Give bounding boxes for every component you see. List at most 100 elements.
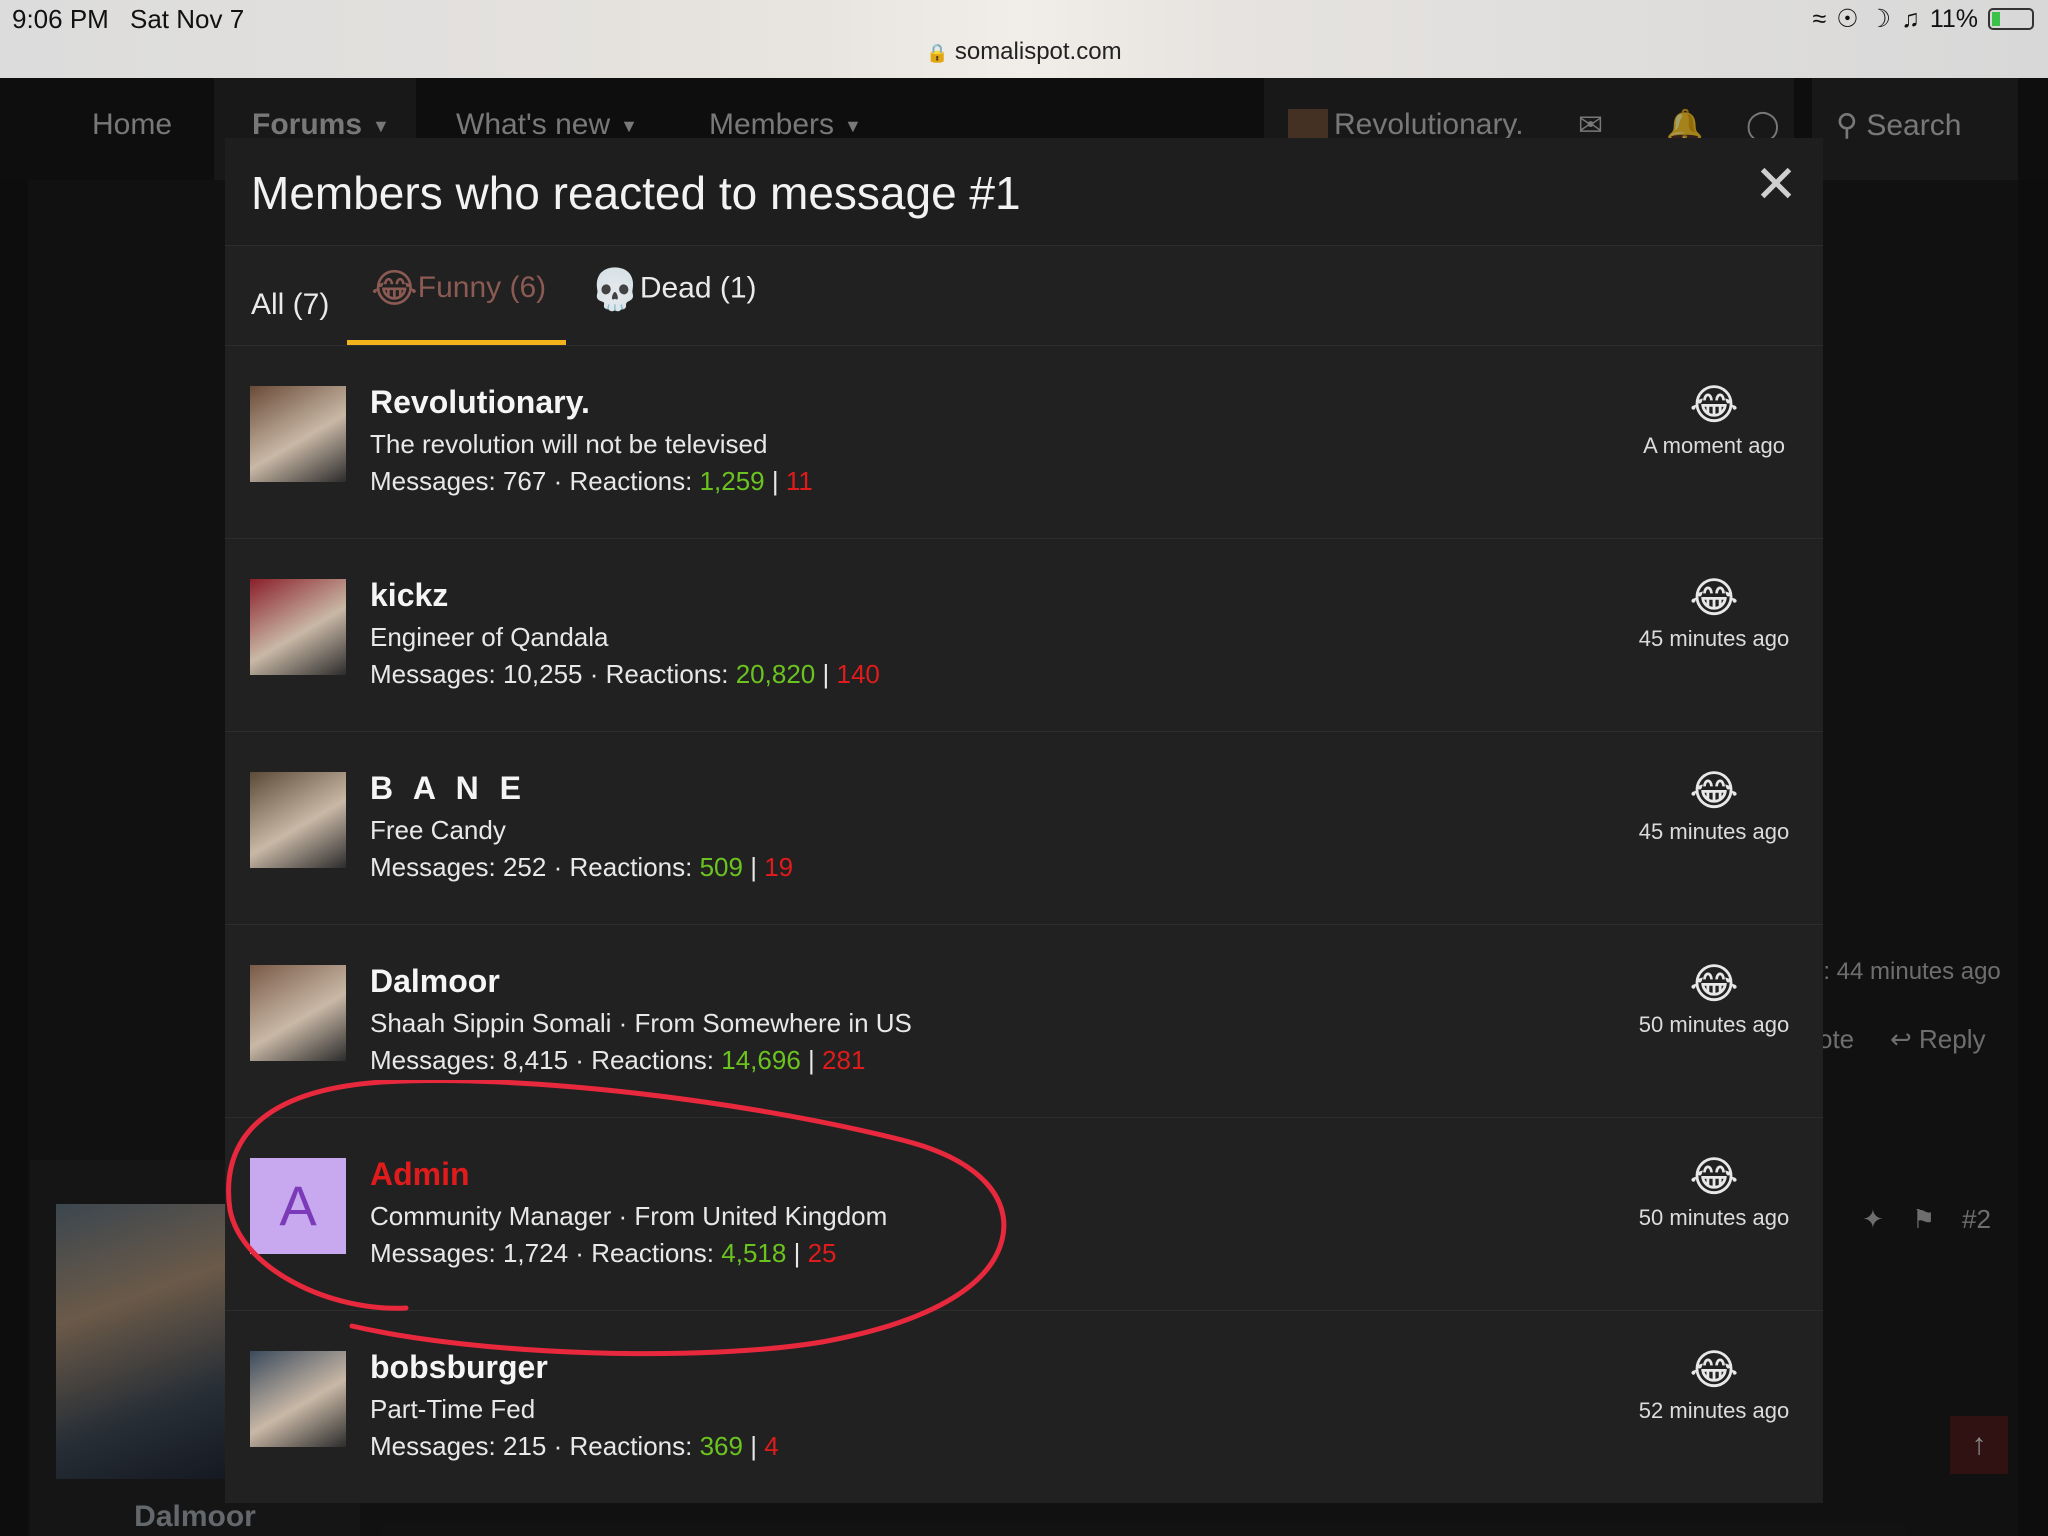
messages-count: 1,724 — [502, 1238, 569, 1268]
reactions-label: Reactions: — [605, 659, 729, 689]
active-tab-indicator — [347, 340, 566, 345]
tab-dead-label: Dead (1) — [639, 271, 757, 305]
tab-funny[interactable]: 😂Funny (6) — [371, 266, 546, 312]
tab-all[interactable]: All (7) — [251, 288, 329, 322]
messages-count: 215 — [502, 1431, 547, 1461]
reactions-positive: 1,259 — [699, 466, 765, 496]
member-name-link[interactable]: kickz — [370, 577, 448, 614]
member-name-link[interactable]: Admin — [370, 1156, 470, 1193]
separator-bar: | — [808, 1045, 815, 1075]
separator-bar: | — [750, 852, 757, 882]
separator-bar: | — [750, 1431, 757, 1461]
battery-percent: 11% — [1929, 4, 1978, 33]
member-avatar[interactable]: A — [250, 1158, 346, 1254]
laughing-emoji-icon: 😂 — [371, 267, 418, 311]
reactions-negative: 25 — [807, 1238, 837, 1268]
reaction-info: 😂 A moment ago — [1629, 380, 1799, 459]
reactions-negative: 4 — [764, 1431, 779, 1461]
separator-dot: · — [553, 852, 563, 882]
member-name-link[interactable]: bobsburger — [370, 1349, 548, 1386]
reactions-label: Reactions: — [591, 1238, 715, 1268]
reactions-positive: 14,696 — [721, 1045, 801, 1075]
messages-label: Messages: — [370, 1238, 496, 1268]
tab-all-label: All (7) — [251, 288, 330, 321]
tab-dead[interactable]: 💀Dead (1) — [590, 266, 757, 313]
laughing-emoji-icon: 😂 — [1689, 574, 1739, 621]
status-time: 9:06 PM — [12, 4, 109, 34]
member-title: Engineer of Qandala — [370, 622, 609, 652]
reaction-info: 😂 45 minutes ago — [1629, 766, 1799, 845]
messages-label: Messages: — [370, 1431, 496, 1461]
moon-icon: ☽ — [1868, 5, 1892, 33]
reaction-time: 52 minutes ago — [1638, 1398, 1790, 1423]
reaction-time: A moment ago — [1643, 433, 1785, 458]
reaction-time: 50 minutes ago — [1638, 1012, 1790, 1037]
separator-dot: · — [553, 466, 563, 496]
member-stats: Messages: 10,255 · Reactions: 20,820 | 1… — [370, 659, 880, 690]
lock-icon: 🔒 — [926, 43, 949, 63]
rotation-lock-icon: ☉ — [1836, 5, 1859, 33]
reactions-positive: 369 — [699, 1431, 743, 1461]
reactions-negative: 19 — [764, 852, 794, 882]
status-icons: ≈ ☉ ☽ ♫ 11% — [1812, 4, 2034, 34]
messages-count: 767 — [502, 466, 547, 496]
reactions-positive: 20,820 — [735, 659, 816, 689]
messages-count: 8,415 — [502, 1045, 569, 1075]
reactions-label: Reactions: — [591, 1045, 715, 1075]
member-name-link[interactable]: B A N E — [370, 770, 527, 807]
reactions-negative: 140 — [836, 659, 880, 689]
reaction-time: 50 minutes ago — [1638, 1205, 1790, 1230]
headphones-icon: ♫ — [1901, 4, 1920, 33]
reactions-label: Reactions: — [569, 1431, 693, 1461]
laughing-emoji-icon: 😂 — [1689, 960, 1739, 1007]
reaction-time: 45 minutes ago — [1638, 819, 1790, 844]
separator-bar: | — [822, 659, 830, 689]
member-title: Shaah Sippin Somali · From Somewhere in … — [370, 1008, 912, 1038]
reactions-modal: Members who reacted to message #1 ✕ All … — [225, 138, 1823, 1503]
messages-label: Messages: — [370, 466, 496, 496]
member-stats: Messages: 215 · Reactions: 369 | 4 — [370, 1431, 779, 1462]
member-avatar[interactable] — [250, 1351, 346, 1447]
address-bar[interactable]: 🔒 somalispot.com — [0, 38, 2048, 66]
laughing-emoji-icon: 😂 — [1689, 381, 1739, 428]
separator-bar: | — [793, 1238, 801, 1268]
battery-icon — [1988, 8, 2034, 30]
messages-label: Messages: — [370, 1045, 496, 1075]
messages-count: 10,255 — [502, 659, 583, 689]
member-row: B A N E Free Candy Messages: 252 · Reactio… — [225, 732, 1823, 925]
member-avatar[interactable] — [250, 579, 346, 675]
member-name-link[interactable]: Revolutionary. — [370, 384, 590, 421]
messages-label: Messages: — [370, 852, 496, 882]
member-title: Free Candy — [370, 815, 506, 845]
ios-status-bar: 9:06 PM Sat Nov 7 ≈ ☉ ☽ ♫ 11% 🔒 somalispo… — [0, 0, 2048, 78]
reaction-time: 45 minutes ago — [1638, 626, 1790, 651]
member-avatar[interactable] — [250, 965, 346, 1061]
laughing-emoji-icon: 😂 — [1689, 1346, 1739, 1393]
modal-header: Members who reacted to message #1 ✕ — [225, 138, 1823, 246]
separator-dot: · — [553, 1431, 563, 1461]
member-row: Revolutionary. The revolution will not be… — [225, 346, 1823, 539]
reaction-info: 😂 50 minutes ago — [1629, 959, 1799, 1038]
member-row: kickz Engineer of Qandala Messages: 10,255… — [225, 539, 1823, 732]
reactions-positive: 509 — [699, 852, 743, 882]
member-row: A Admin Community Manager · From United Ki… — [225, 1118, 1823, 1311]
member-avatar[interactable] — [250, 386, 346, 482]
member-avatar[interactable] — [250, 772, 346, 868]
member-stats: Messages: 1,724 · Reactions: 4,518 | 25 — [370, 1238, 837, 1269]
member-stats: Messages: 8,415 · Reactions: 14,696 | 28… — [370, 1045, 865, 1076]
skull-emoji-icon: 💀 — [590, 268, 640, 312]
laughing-emoji-icon: 😂 — [1689, 1153, 1739, 1200]
member-title: Part-Time Fed — [370, 1394, 536, 1424]
member-list: Revolutionary. The revolution will not be… — [225, 346, 1823, 1504]
modal-title: Members who reacted to message #1 — [251, 167, 1021, 219]
member-stats: Messages: 767 · Reactions: 1,259 | 11 — [370, 466, 813, 497]
close-icon[interactable]: ✕ — [1751, 159, 1801, 211]
separator-dot: · — [575, 1045, 584, 1075]
separator-dot: · — [589, 659, 599, 689]
member-name-link[interactable]: Dalmoor — [370, 963, 500, 1000]
reactions-label: Reactions: — [569, 852, 693, 882]
reaction-info: 😂 50 minutes ago — [1629, 1152, 1799, 1231]
member-row: bobsburger Part-Time Fed Messages: 215 · R… — [225, 1311, 1823, 1504]
status-date: Sat Nov 7 — [130, 4, 245, 34]
member-title: Community Manager · From United Kingdom — [370, 1201, 888, 1231]
